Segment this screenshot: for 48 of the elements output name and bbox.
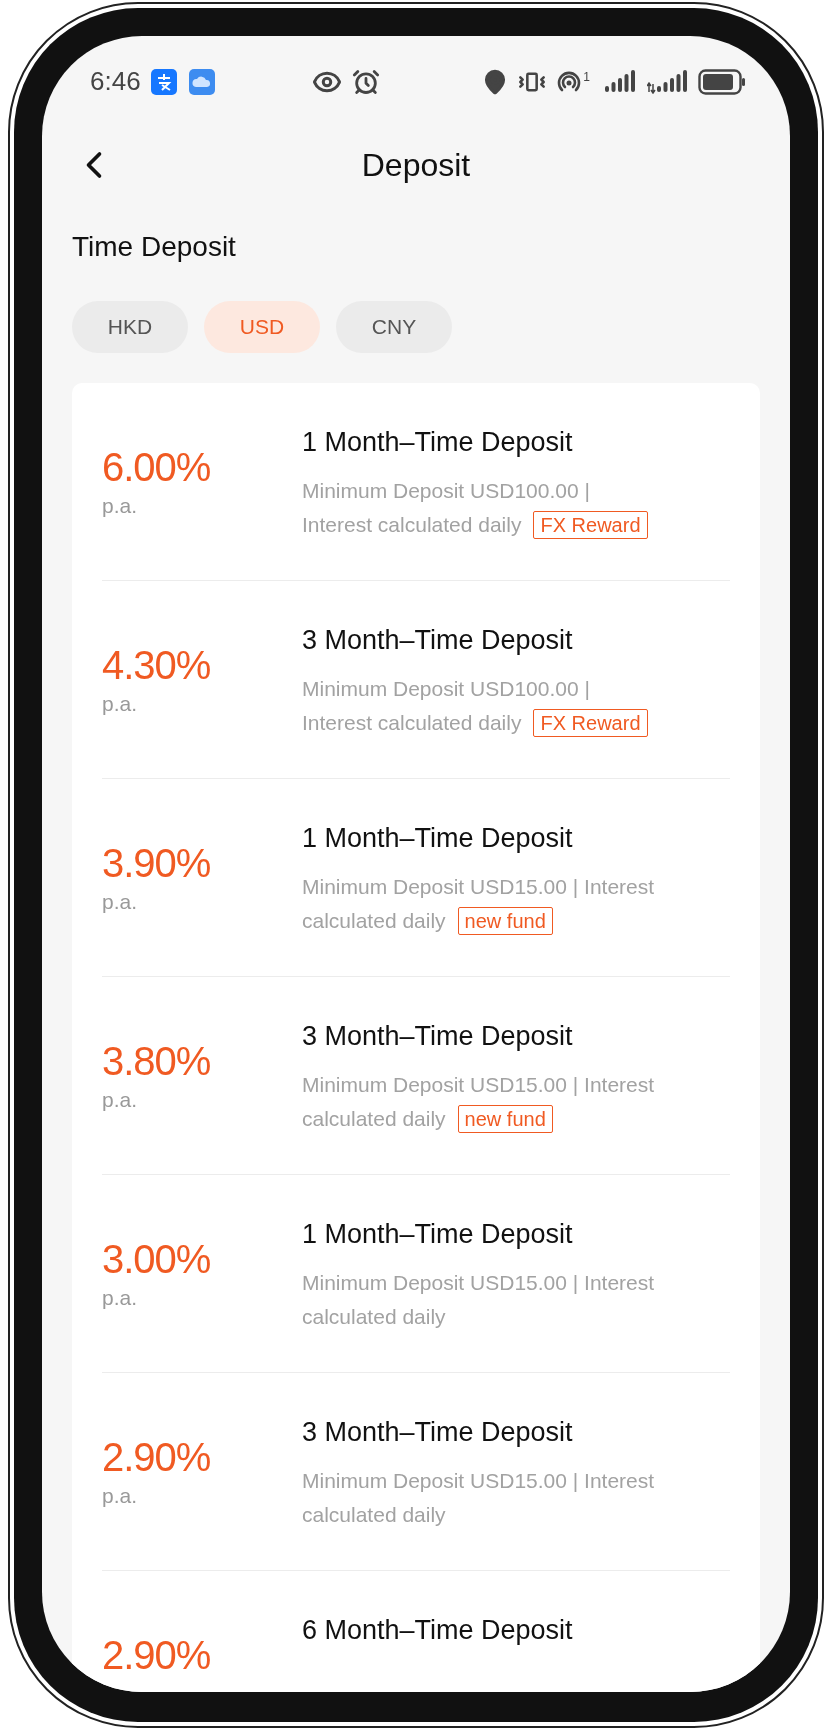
interest-rate: 2.90%	[102, 1633, 212, 1678]
rate-unit: p.a.	[102, 890, 139, 914]
deposit-title[interactable]: 1 Month–Time Deposit	[302, 427, 730, 458]
interest-rate: 6.00%	[102, 445, 212, 490]
currency-tab[interactable]: HKD	[72, 301, 188, 353]
deposit-title[interactable]: 6 Month–Time Deposit	[302, 1615, 730, 1646]
deposit-description: calculated daily	[302, 1304, 446, 1330]
rate-unit: p.a.	[102, 1286, 139, 1310]
clock: 6:46	[90, 66, 141, 97]
rate-unit: p.a.	[102, 692, 139, 716]
deposit-tag: FX Reward	[533, 511, 648, 539]
deposit-tag: new fund	[457, 1105, 553, 1133]
rate-unit: p.a.	[102, 494, 139, 518]
deposit-description: calculated daily	[302, 1106, 446, 1132]
rate-unit: p.a.	[102, 1088, 139, 1112]
alarm-icon	[351, 67, 380, 96]
interest-rate: 2.90%	[102, 1435, 212, 1480]
app-icon	[150, 68, 177, 95]
currency-tab[interactable]: CNY	[336, 301, 452, 353]
deposit-title[interactable]: 1 Month–Time Deposit	[302, 1219, 730, 1250]
signal-icon	[603, 69, 637, 94]
deposit-title[interactable]: 3 Month–Time Deposit	[302, 1417, 730, 1448]
deposit-tag: new fund	[457, 907, 553, 935]
cloud-icon	[188, 68, 215, 95]
deposit-description: Minimum Deposit USD100.00 |	[302, 676, 590, 702]
deposit-description: Interest calculated daily	[302, 710, 522, 736]
deposit-description: Minimum Deposit USD15.00 | Interest	[302, 1072, 655, 1098]
deposit-description: Interest calculated daily	[302, 512, 522, 538]
interest-rate: 4.30%	[102, 643, 212, 688]
page-title: Deposit	[361, 146, 471, 184]
deposit-description: calculated daily	[302, 908, 446, 934]
interest-rate: 3.90%	[102, 841, 212, 886]
deposit-description: Minimum Deposit USD15.00 | Interest	[302, 1468, 655, 1494]
battery-icon	[698, 68, 746, 95]
interest-rate: 3.00%	[102, 1237, 212, 1282]
hotspot-count: 1	[583, 70, 590, 84]
interest-rate: 3.80%	[102, 1039, 212, 1084]
deposit-tag: FX Reward	[533, 709, 648, 737]
deposit-description: Minimum Deposit USD100.00 |	[302, 478, 590, 504]
deposit-description: Minimum Deposit USD15.00 | Interest	[302, 874, 655, 900]
rate-unit: p.a.	[102, 1484, 139, 1508]
deposit-title[interactable]: 3 Month–Time Deposit	[302, 1021, 730, 1052]
deposit-description: Minimum Deposit USD15.00 | Interest	[302, 1270, 655, 1296]
deposit-description: calculated daily	[302, 1502, 446, 1528]
signal-icon	[647, 69, 689, 94]
deposit-title[interactable]: 1 Month–Time Deposit	[302, 823, 730, 854]
deposit-title[interactable]: 3 Month–Time Deposit	[302, 625, 730, 656]
section-title: Time Deposit	[72, 231, 237, 263]
